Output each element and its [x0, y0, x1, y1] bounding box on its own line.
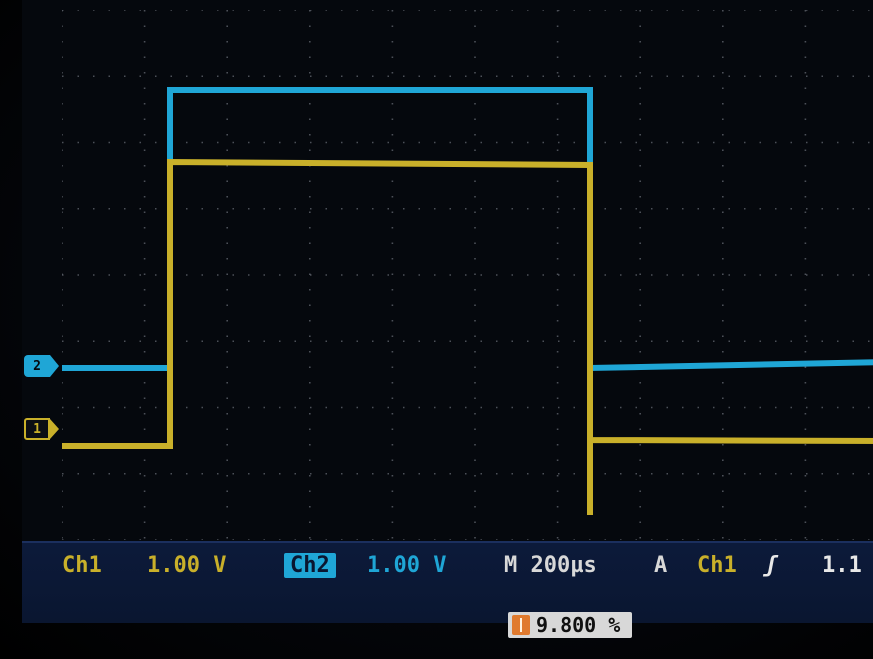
marker-arrow-icon: [50, 419, 59, 439]
ch1-ground-marker[interactable]: 1: [24, 418, 59, 440]
ch1-marker-label: 1: [33, 421, 41, 437]
status-bar: Ch1 1.00 V Ch2 1.00 V M 200µs A Ch1 ʃ 1.…: [22, 541, 873, 638]
ch1-label[interactable]: Ch1: [62, 553, 102, 578]
horizontal-position-readout: 9.800 %: [508, 612, 633, 638]
ch1-trace: [62, 158, 873, 515]
screen-frame: 2 1 Ch1 1.00 V Ch2 1.00 V M 200µs A Ch1 …: [0, 0, 873, 659]
status-row: Ch1 1.00 V Ch2 1.00 V M 200µs A Ch1 ʃ 1.…: [22, 551, 873, 581]
rising-edge-icon: ʃ: [764, 553, 778, 578]
ch2-trace: [62, 87, 873, 372]
trigger-source: Ch1: [697, 553, 737, 578]
trigger-level: 1.1: [822, 553, 862, 578]
trigger-mode: A: [654, 553, 668, 578]
waveform-svg: [62, 10, 873, 540]
ch2-scale: 1.00 V: [367, 553, 447, 578]
position-marker-icon: [512, 615, 530, 635]
ch1-scale: 1.00 V: [147, 553, 227, 578]
oscilloscope-display: 2 1: [22, 0, 873, 620]
timebase-readout: M 200µs: [504, 553, 597, 578]
ch2-marker-label: 2: [33, 358, 41, 374]
horizontal-position-value: 9.800 %: [536, 613, 621, 637]
ch2-label[interactable]: Ch2: [284, 553, 336, 578]
waveform-plot: [62, 10, 873, 540]
ch2-ground-marker[interactable]: 2: [24, 355, 59, 377]
marker-arrow-icon: [50, 355, 59, 377]
